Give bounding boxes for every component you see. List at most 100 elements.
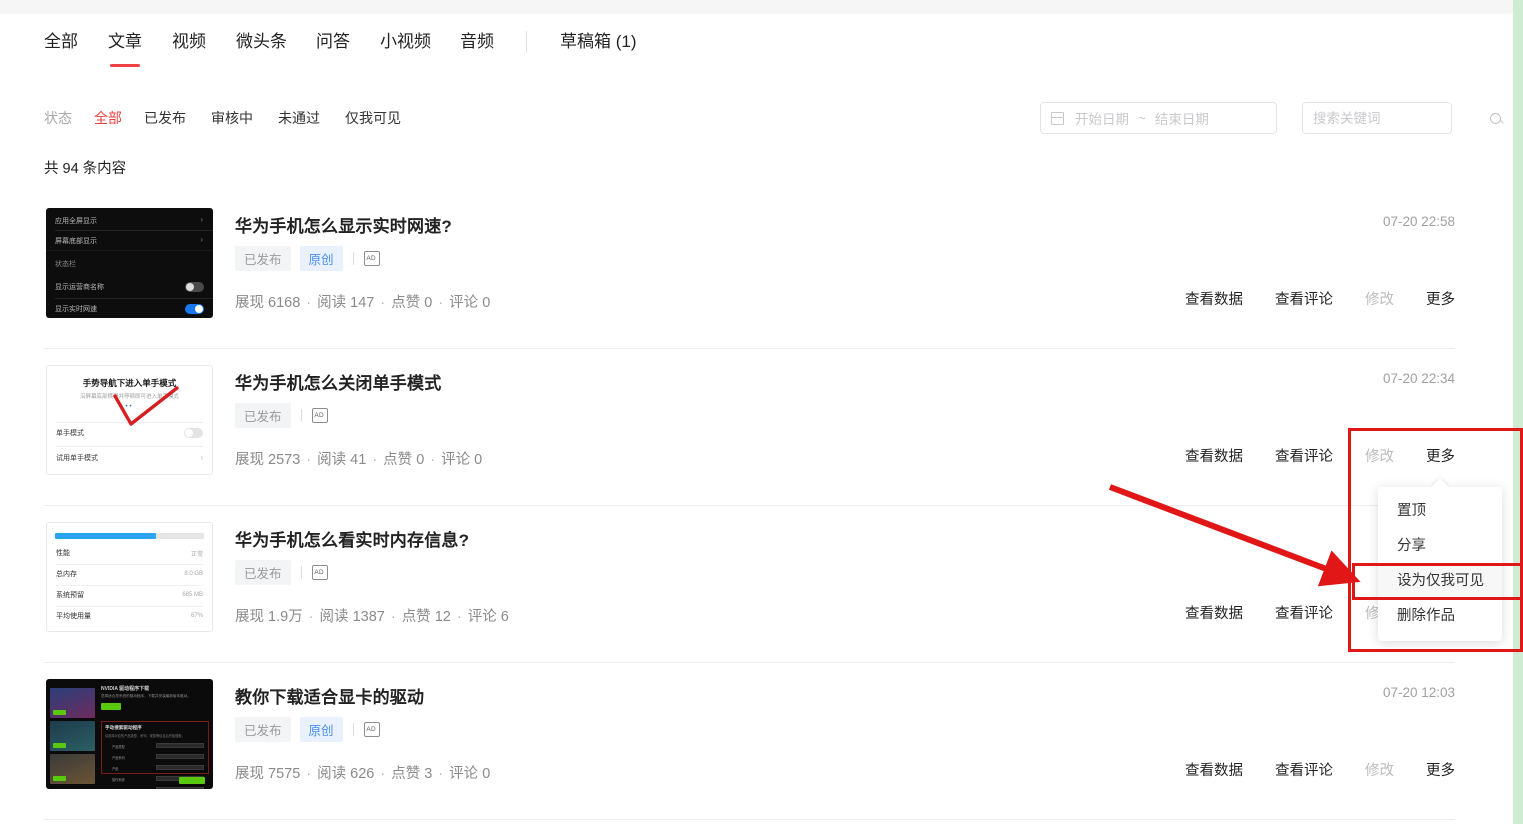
row-actions: 查看数据 查看评论 修改 更多: [1153, 759, 1455, 780]
chevron-right-icon: ›: [200, 215, 203, 224]
status-badge: 已发布: [235, 246, 291, 271]
date-range-picker[interactable]: 开始日期 ~ 结束日期: [1040, 102, 1277, 134]
filter-private[interactable]: 仅我可见: [345, 108, 401, 128]
view-data-link[interactable]: 查看数据: [1185, 288, 1243, 309]
row-thumbnail[interactable]: 手势导航下进入单手模式 沿屏幕底部横滑并停顿即可进入单手模式 •• 单手模式 试…: [46, 365, 213, 475]
row-title[interactable]: 教你下载适合显卡的驱动: [235, 683, 424, 708]
tab-weitoutiao[interactable]: 微头条: [236, 28, 287, 56]
more-link[interactable]: 更多: [1426, 759, 1455, 780]
more-link[interactable]: 更多: [1426, 445, 1455, 466]
table-row: 手势导航下进入单手模式 沿屏幕底部横滑并停顿即可进入单手模式 •• 单手模式 试…: [0, 349, 1513, 506]
memory-progress-bar: [55, 533, 204, 539]
more-link[interactable]: 更多: [1426, 288, 1455, 309]
row-thumbnail[interactable]: 应用全屏显示 › 屏幕底部显示 › 状态栏 显示运营商名称 显示实时网速: [46, 208, 213, 318]
row-badges: 已发布 原创 AD: [235, 246, 380, 271]
thumb-driver-panel: NVIDIA 驱动程序下载 选择适合您系统的驱动程序，下载并安装最新版本驱动。 …: [101, 685, 209, 789]
row-badges: 已发布 AD: [235, 560, 328, 585]
view-comments-link[interactable]: 查看评论: [1275, 602, 1333, 623]
view-comments-link[interactable]: 查看评论: [1275, 288, 1333, 309]
total-count: 共 94 条内容: [44, 161, 127, 177]
badge-divider: [352, 252, 354, 265]
row-timestamp: 07-20 12:03: [1382, 685, 1455, 700]
status-badge: 已发布: [235, 717, 291, 742]
view-data-link[interactable]: 查看数据: [1185, 445, 1243, 466]
thumb-row-label: 系统预留 685 MB: [56, 592, 203, 599]
tab-videos[interactable]: 视频: [172, 28, 206, 56]
ad-icon[interactable]: AD: [363, 722, 380, 737]
row-stats: 展现 2573 · 阅读 41 · 点赞 0 · 评论 0: [235, 452, 483, 468]
row-thumbnail[interactable]: NVIDIA 驱动程序下载 选择适合您系统的驱动程序，下载并安装最新版本驱动。 …: [46, 679, 213, 789]
row-thumbnail[interactable]: 性能 正常 总内存 8.0 GB 系统预留 685 MB 平均使用量 67%: [46, 522, 213, 632]
thumb-row-label: 屏幕底部显示: [55, 238, 97, 245]
edit-link[interactable]: 修改: [1365, 288, 1394, 309]
row-badges: 已发布 AD: [235, 403, 328, 428]
ad-icon[interactable]: AD: [311, 565, 328, 580]
view-data-link[interactable]: 查看数据: [1185, 602, 1243, 623]
filter-reviewing[interactable]: 审核中: [211, 108, 253, 128]
table-row: 性能 正常 总内存 8.0 GB 系统预留 685 MB 平均使用量 67% 华为手机怎…: [0, 506, 1513, 663]
search-icon: [1490, 112, 1501, 124]
row-stats: 展现 1.9万 · 阅读 1387 · 点赞 12 · 评论 6: [235, 609, 509, 625]
table-row: 应用全屏显示 › 屏幕底部显示 › 状态栏 显示运营商名称 显示实时网速 华为手…: [0, 192, 1513, 349]
row-title[interactable]: 华为手机怎么显示实时网速?: [235, 212, 452, 237]
status-badge: 已发布: [235, 560, 291, 585]
view-comments-link[interactable]: 查看评论: [1275, 445, 1333, 466]
status-badge: 已发布: [235, 403, 291, 428]
row-actions: 查看数据 查看评论 修改 更多: [1153, 288, 1455, 309]
original-badge: 原创: [299, 717, 343, 742]
row-timestamp: 07-20 22:34: [1382, 371, 1455, 386]
tab-drafts[interactable]: 草稿箱 (1): [560, 28, 637, 56]
row-stats: 展现 6168 · 阅读 147 · 点赞 0 · 评论 0: [235, 295, 491, 311]
filter-rejected[interactable]: 未通过: [278, 108, 320, 128]
red-check-annotation: [113, 386, 179, 426]
ad-icon[interactable]: AD: [311, 408, 328, 423]
tab-short-video[interactable]: 小视频: [380, 28, 431, 56]
date-range-separator: ~: [1138, 110, 1146, 126]
search-button[interactable]: [1490, 103, 1501, 133]
content-type-tabs: 全部 文章 视频 微头条 问答 小视频 音频 草稿箱 (1): [0, 28, 1513, 70]
more-dropdown-menu: 置顶 分享 设为仅我可见 删除作品: [1378, 487, 1502, 641]
menu-item-delete[interactable]: 删除作品: [1378, 599, 1502, 634]
menu-item-set-private[interactable]: 设为仅我可见: [1378, 564, 1502, 599]
calendar-icon: [1051, 111, 1064, 125]
status-filter-label: 状态: [44, 110, 72, 126]
thumb-row-label: 状态栏: [55, 261, 76, 268]
tab-articles[interactable]: 文章: [108, 28, 142, 67]
row-timestamp: 07-20 22:58: [1382, 214, 1455, 229]
end-date-input[interactable]: 结束日期: [1155, 108, 1209, 128]
menu-item-share[interactable]: 分享: [1378, 529, 1502, 564]
page-root: 全部 文章 视频 微头条 问答 小视频 音频 草稿箱 (1) 状态 全部 已发布…: [0, 0, 1523, 824]
browser-top-strip: [0, 0, 1513, 14]
search-box[interactable]: [1302, 102, 1501, 134]
view-comments-link[interactable]: 查看评论: [1275, 759, 1333, 780]
row-title[interactable]: 华为手机怎么关闭单手模式: [235, 369, 441, 394]
tab-all[interactable]: 全部: [44, 28, 78, 56]
edit-link[interactable]: 修改: [1365, 445, 1394, 466]
row-actions: 查看数据 查看评论 修改 更多: [1153, 445, 1455, 466]
ad-icon[interactable]: AD: [363, 251, 380, 266]
filter-published[interactable]: 已发布: [144, 108, 186, 128]
chevron-right-icon: ›: [200, 235, 203, 244]
tab-qa[interactable]: 问答: [316, 28, 350, 56]
toggle-on-icon: [185, 304, 204, 314]
badge-divider: [352, 723, 354, 736]
tab-audio[interactable]: 音频: [460, 28, 494, 56]
filter-all[interactable]: 全部: [94, 108, 122, 128]
search-input[interactable]: [1303, 110, 1490, 126]
start-date-input[interactable]: 开始日期: [1075, 108, 1129, 128]
edit-link[interactable]: 修改: [1365, 759, 1394, 780]
tab-divider: [526, 31, 527, 53]
table-row: NVIDIA 驱动程序下载 选择适合您系统的驱动程序，下载并安装最新版本驱动。 …: [0, 663, 1513, 820]
thumb-row-label: 平均使用量 67%: [56, 613, 203, 620]
badge-divider: [300, 409, 302, 422]
thumb-game-cards: [50, 688, 95, 787]
status-filter-row: 状态 全部 已发布 审核中 未通过 仅我可见: [0, 104, 1513, 134]
thumb-row-label: 总内存 8.0 GB: [56, 571, 203, 578]
menu-item-pin[interactable]: 置顶: [1378, 494, 1502, 529]
row-badges: 已发布 原创 AD: [235, 717, 380, 742]
row-title[interactable]: 华为手机怎么看实时内存信息?: [235, 526, 469, 551]
view-data-link[interactable]: 查看数据: [1185, 759, 1243, 780]
toggle-off-icon: [185, 282, 204, 292]
right-edge-strip: [1513, 0, 1523, 824]
original-badge: 原创: [299, 246, 343, 271]
